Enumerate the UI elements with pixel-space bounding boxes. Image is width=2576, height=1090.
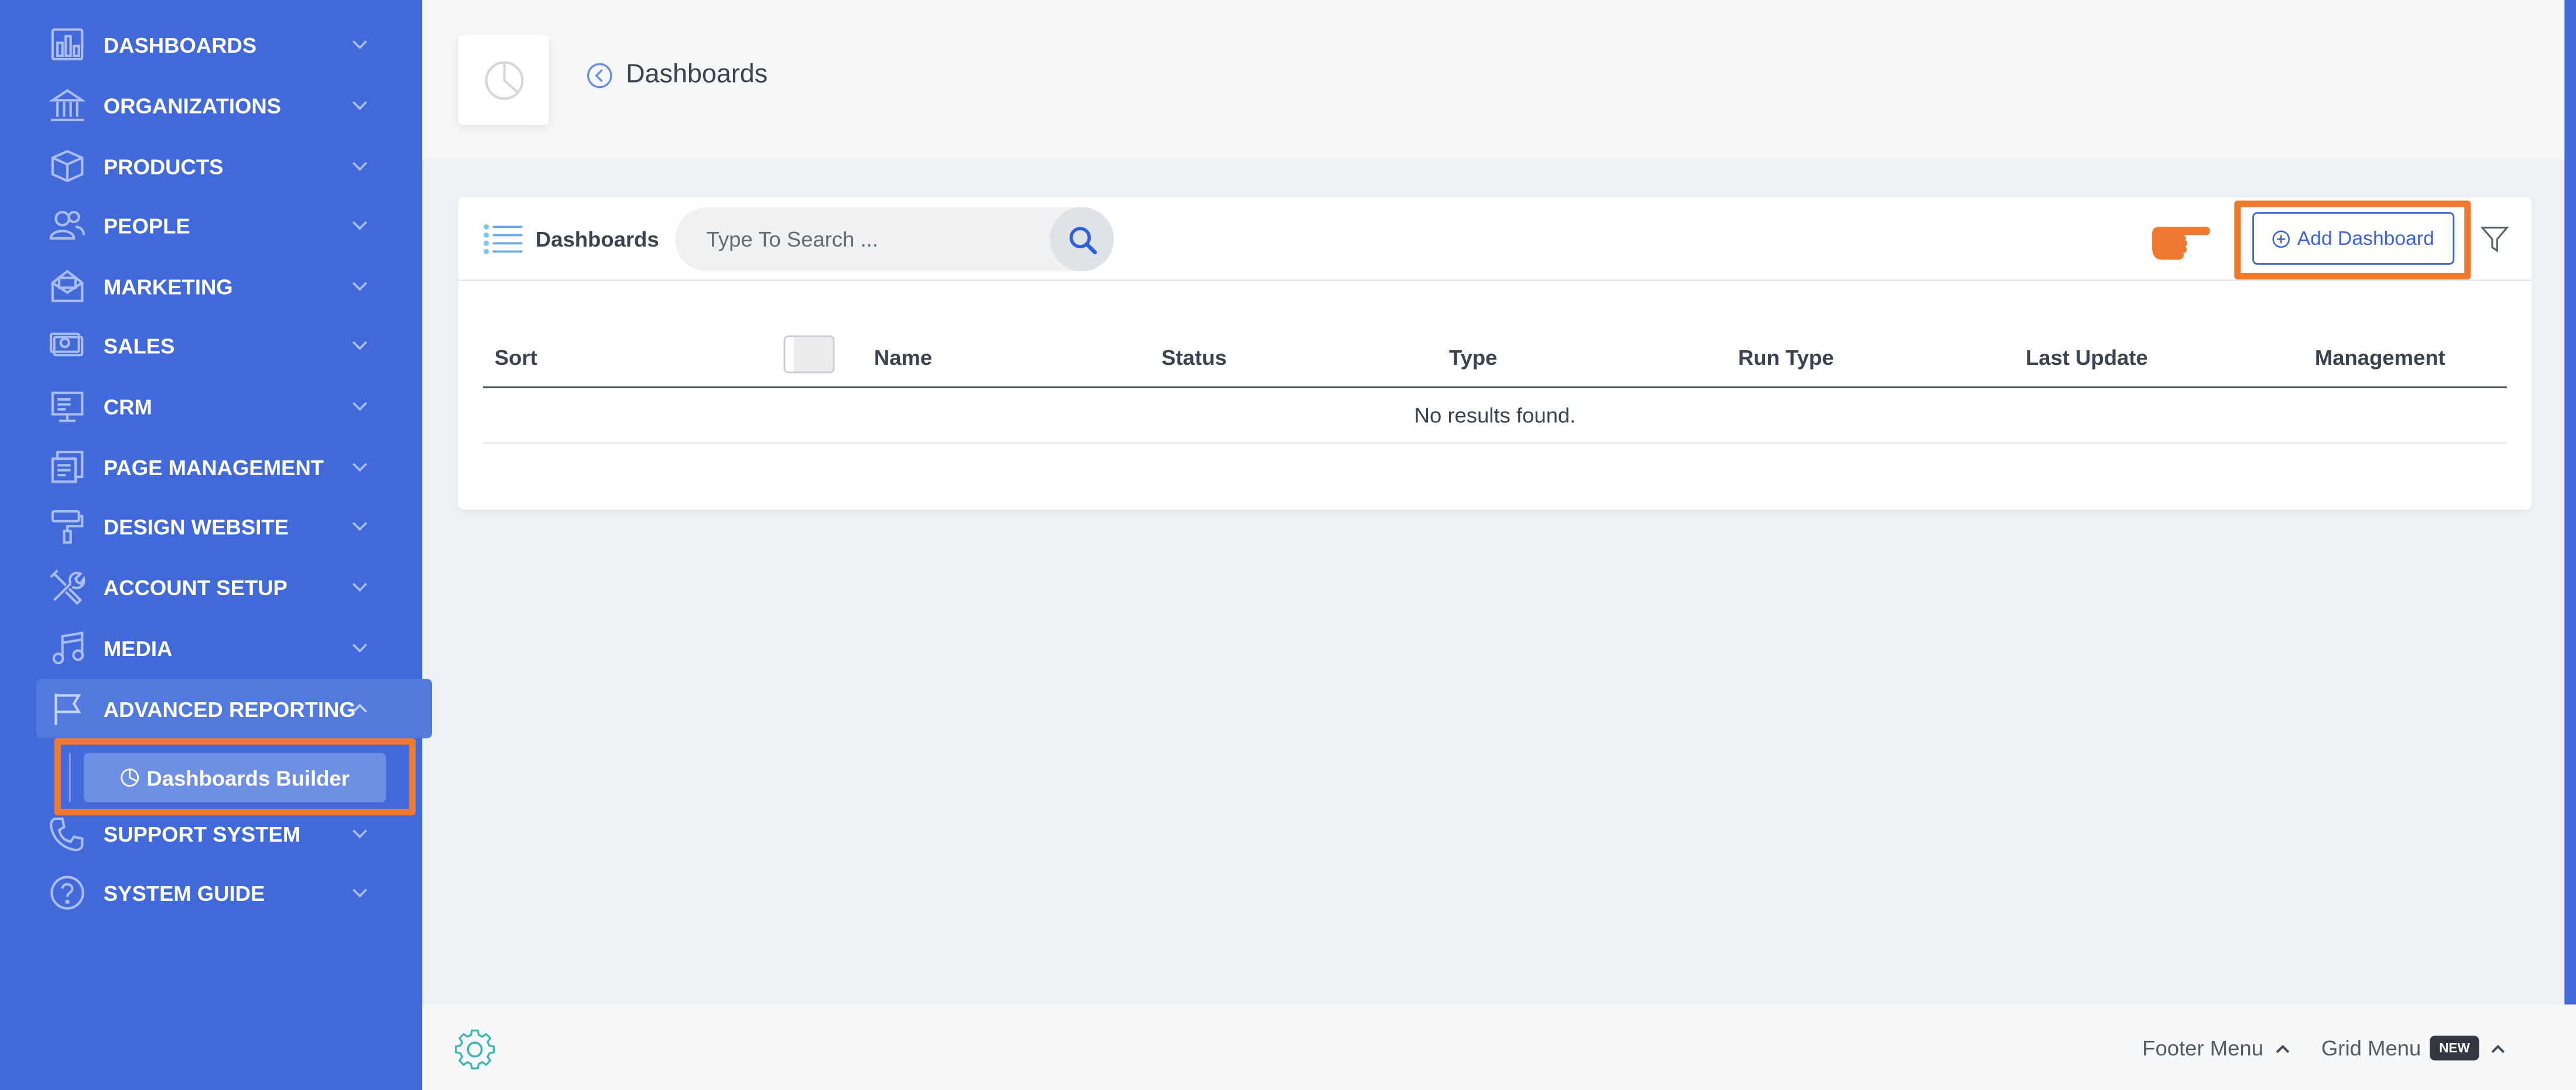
column-header-last-update[interactable]: Last Update [2026, 345, 2148, 370]
chevron-down-icon [352, 282, 368, 291]
monitor-icon [49, 388, 85, 424]
sidebar-item-advanced-reporting[interactable]: ADVANCED REPORTING [36, 679, 433, 739]
list-icon [484, 224, 523, 254]
envelope-icon [49, 268, 85, 305]
music-icon [49, 630, 85, 666]
sidebar-item-label: SALES [103, 333, 175, 358]
grid-menu-toggle[interactable]: Grid Menu NEW [2321, 1036, 2506, 1061]
column-header-sort[interactable]: Sort [495, 345, 537, 370]
chevron-up-icon [2276, 1044, 2289, 1053]
column-header-management[interactable]: Management [2315, 345, 2445, 370]
question-icon [49, 874, 85, 911]
phone-icon [49, 815, 85, 852]
sidebar-item-support-system[interactable]: SUPPORT SYSTEM [36, 804, 432, 863]
chevron-down-icon [352, 463, 368, 472]
pages-icon [49, 449, 85, 485]
sidebar-item-label: PEOPLE [103, 213, 190, 238]
search-input[interactable] [675, 207, 1050, 272]
panel-title: Dashboards [535, 227, 659, 252]
building-icon [49, 87, 85, 124]
empty-state-message: No results found. [482, 388, 2508, 444]
select-all-checkbox[interactable] [783, 335, 835, 374]
page-title: Dashboards [626, 60, 768, 89]
chevron-down-icon [352, 583, 368, 592]
dashboards-panel: Dashboards A [458, 197, 2532, 510]
chevron-down-icon [352, 221, 368, 230]
sidebar-item-people[interactable]: PEOPLE [36, 196, 432, 255]
grid-menu-label: Grid Menu [2321, 1036, 2421, 1061]
sidebar-item-products[interactable]: PRODUCTS [36, 136, 432, 196]
cash-icon [49, 327, 85, 364]
flag-icon [49, 691, 85, 727]
page-logo [458, 34, 549, 125]
sidebar-item-sales[interactable]: SALES [36, 316, 432, 375]
page-header: Dashboards [422, 0, 2576, 160]
sidebar-item-label: MARKETING [103, 274, 233, 299]
add-dashboard-button[interactable]: Add Dashboard [2252, 212, 2455, 265]
sidebar-item-dashboards[interactable]: DASHBOARDS [36, 15, 432, 74]
people-icon [49, 207, 85, 244]
sidebar-item-label: MEDIA [103, 635, 173, 660]
sidebar-item-crm[interactable]: CRM [36, 377, 432, 436]
chevron-up-icon [2492, 1044, 2505, 1053]
column-header-type[interactable]: Type [1449, 345, 1497, 370]
chevron-down-icon [352, 101, 368, 110]
column-header-status[interactable]: Status [1162, 345, 1227, 370]
sidebar-item-label: ORGANIZATIONS [103, 93, 282, 118]
sidebar-item-label: CRM [103, 394, 152, 419]
chevron-down-icon [352, 829, 368, 839]
chevron-down-icon [352, 522, 368, 531]
sidebar-item-organizations[interactable]: ORGANIZATIONS [36, 76, 432, 135]
chevron-up-icon [352, 703, 368, 713]
footer-menu-label: Footer Menu [2142, 1036, 2264, 1061]
footer-menu-toggle[interactable]: Footer Menu [2142, 1036, 2290, 1060]
chevron-down-icon [352, 341, 368, 350]
new-badge: NEW [2429, 1036, 2480, 1061]
box-icon [49, 148, 85, 184]
sidebar-item-system-guide[interactable]: SYSTEM GUIDE [36, 863, 432, 922]
gear-icon[interactable] [453, 1027, 496, 1070]
sidebar-item-label: ADVANCED REPORTING [103, 696, 356, 721]
pointing-hand-icon [2152, 227, 2210, 260]
sidebar: DASHBOARDS ORGANIZATIONS PRODUCTS PEOPLE [0, 0, 433, 1090]
tools-icon [49, 569, 85, 605]
column-header-run-type[interactable]: Run Type [1738, 345, 1834, 370]
sidebar-item-marketing[interactable]: MARKETING [36, 257, 432, 316]
column-header-name[interactable]: Name [874, 345, 932, 370]
chevron-down-icon [352, 644, 368, 653]
search-button[interactable] [1050, 207, 1114, 272]
sidebar-item-label: SYSTEM GUIDE [103, 880, 265, 906]
search-icon [1068, 225, 1097, 254]
back-arrow-icon[interactable] [587, 63, 613, 89]
sidebar-item-label: PAGE MANAGEMENT [103, 455, 324, 480]
pie-chart-icon [484, 60, 523, 100]
sidebar-item-label: DASHBOARDS [103, 32, 257, 57]
paint-roller-icon [49, 508, 85, 544]
panel-toolbar: Dashboards A [458, 197, 2532, 281]
sidebar-item-design-website[interactable]: DESIGN WEBSITE [36, 497, 432, 556]
sidebar-item-page-management[interactable]: PAGE MANAGEMENT [36, 438, 432, 497]
plus-circle-icon [2273, 230, 2290, 247]
search-box [675, 207, 1114, 272]
sidebar-item-label: DESIGN WEBSITE [103, 514, 289, 539]
chevron-down-icon [352, 40, 368, 49]
chevron-down-icon [352, 162, 368, 171]
filter-icon[interactable] [2481, 225, 2509, 254]
chevron-down-icon [352, 889, 368, 898]
bar-chart-icon [49, 26, 85, 63]
add-dashboard-label: Add Dashboard [2297, 227, 2434, 250]
sidebar-item-label: SUPPORT SYSTEM [103, 821, 301, 846]
sidebar-item-label: ACCOUNT SETUP [103, 575, 287, 600]
sidebar-item-account-setup[interactable]: ACCOUNT SETUP [36, 558, 432, 617]
footer-bar: Footer Menu Grid Menu NEW [422, 1004, 2576, 1090]
scrollbar-track[interactable] [2564, 0, 2576, 1005]
sidebar-item-media[interactable]: MEDIA [36, 618, 432, 677]
sidebar-item-label: PRODUCTS [103, 153, 224, 179]
chevron-down-icon [352, 402, 368, 411]
